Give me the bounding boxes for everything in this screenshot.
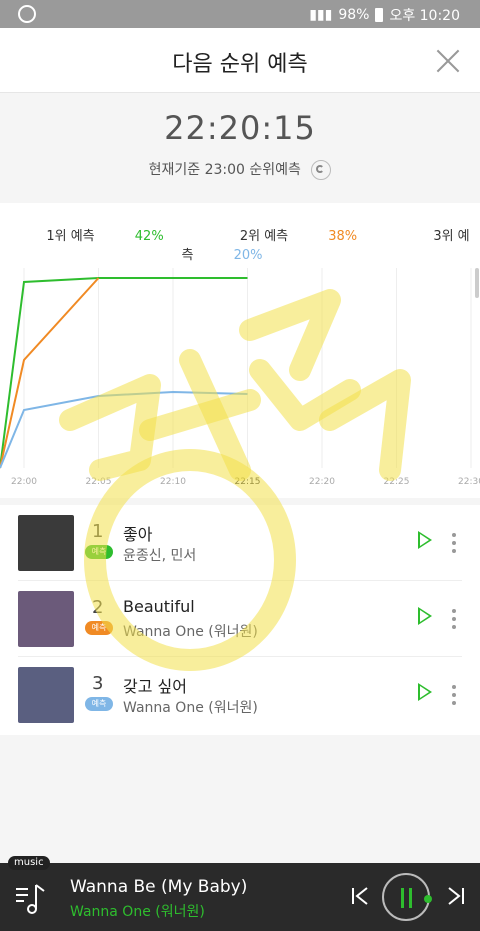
legend-item-1: 1위 예측 42% — [28, 229, 181, 244]
ranking-list: 1 예측 좋아 윤종신, 민서 2 예측 Beautiful Wanna One… — [0, 505, 480, 735]
battery-icon — [375, 8, 384, 22]
pause-button[interactable] — [382, 873, 432, 921]
previous-track-icon[interactable] — [350, 885, 372, 907]
mini-player[interactable]: Wanna Be (My Baby) Wanna One (워너원) — [0, 863, 480, 931]
album-cover[interactable] — [18, 515, 74, 571]
more-icon[interactable] — [452, 533, 456, 553]
legend-value: 38% — [328, 229, 358, 244]
prediction-chart-panel: 1위 예측 42% 2위 예측 38% 3위 예측 20% 22:00 22:05… — [0, 203, 480, 498]
more-icon[interactable] — [452, 685, 456, 705]
x-tick-label: 22:10 — [160, 477, 186, 487]
timer-panel: 22:20:15 현재기준 23:00 순위예측 — [0, 93, 480, 204]
list-item[interactable]: 3 예측 갖고 싶어 Wanna One (워너원) — [0, 657, 480, 733]
legend-item-2: 2위 예측 38% — [222, 229, 375, 244]
album-cover[interactable] — [18, 667, 74, 723]
series-line — [0, 390, 248, 469]
series-line — [0, 277, 100, 469]
list-item[interactable]: 1 예측 좋아 윤종신, 민서 — [0, 505, 480, 581]
prediction-line-chart: 22:00 22:05 22:10 22:15 22:20 22:25 22:30 — [0, 268, 480, 487]
app-notification-icon — [18, 5, 36, 23]
x-tick-label: 22:20 — [309, 477, 335, 487]
song-title[interactable]: 갖고 싶어 — [123, 673, 187, 697]
pause-icon — [401, 888, 404, 908]
x-tick-label: 22:25 — [384, 477, 410, 487]
series-line — [0, 277, 248, 469]
close-icon[interactable] — [432, 44, 464, 76]
prediction-badge: 예측 — [85, 697, 113, 711]
chart-scrollbar[interactable] — [475, 268, 479, 298]
signal-icon: ▮▮▮ — [309, 7, 333, 23]
refresh-icon[interactable] — [311, 160, 332, 180]
play-icon[interactable] — [418, 607, 432, 625]
rank-number: 1 — [92, 521, 104, 542]
prediction-badge: 예측 — [85, 621, 113, 635]
legend-label: 2위 예측 — [239, 229, 289, 244]
artist-name[interactable]: Wanna One (워너원) — [123, 697, 258, 717]
header: 다음 순위 예측 — [0, 28, 480, 93]
artist-name[interactable]: 윤종신, 민서 — [123, 545, 196, 565]
more-icon[interactable] — [452, 609, 456, 629]
song-title[interactable]: 좋아 — [123, 521, 152, 545]
status-time: 오후 10:20 — [389, 8, 460, 24]
page-title: 다음 순위 예측 — [172, 52, 308, 77]
x-tick-label: 22:15 — [235, 477, 261, 487]
now-playing-artist[interactable]: Wanna One (워너원) — [70, 901, 205, 921]
battery-percent: 98% — [338, 7, 370, 23]
album-cover[interactable] — [18, 591, 74, 647]
x-tick-label: 22:30 — [458, 477, 480, 487]
rank-number: 2 — [92, 597, 104, 618]
status-right: ▮▮▮ 98% 오후 10:20 — [309, 5, 460, 25]
prediction-badge: 예측 — [85, 545, 113, 559]
prediction-basis: 현재기준 23:00 순위예측 — [0, 159, 480, 180]
legend-value: 42% — [134, 229, 164, 244]
x-tick-label: 22:05 — [86, 477, 112, 487]
song-title[interactable]: Beautiful — [123, 597, 195, 616]
music-tag: music — [8, 856, 50, 870]
legend-label: 1위 예측 — [46, 229, 95, 244]
rank-number: 3 — [92, 673, 104, 694]
artist-name[interactable]: Wanna One (워너원) — [123, 621, 258, 641]
status-bar: ▮▮▮ 98% 오후 10:20 — [0, 0, 480, 28]
countdown-clock: 22:20:15 — [164, 109, 316, 147]
list-item[interactable]: 2 예측 Beautiful Wanna One (워너원) — [0, 581, 480, 657]
progress-indicator — [424, 895, 432, 903]
music-note-icon[interactable] — [14, 881, 50, 917]
play-icon[interactable] — [418, 531, 432, 549]
now-playing-title[interactable]: Wanna Be (My Baby) — [70, 877, 247, 897]
play-icon[interactable] — [418, 683, 432, 701]
basis-text: 현재기준 23:00 순위예측 — [148, 162, 301, 178]
x-tick-label: 22:00 — [11, 477, 37, 487]
next-track-icon[interactable] — [444, 885, 466, 907]
